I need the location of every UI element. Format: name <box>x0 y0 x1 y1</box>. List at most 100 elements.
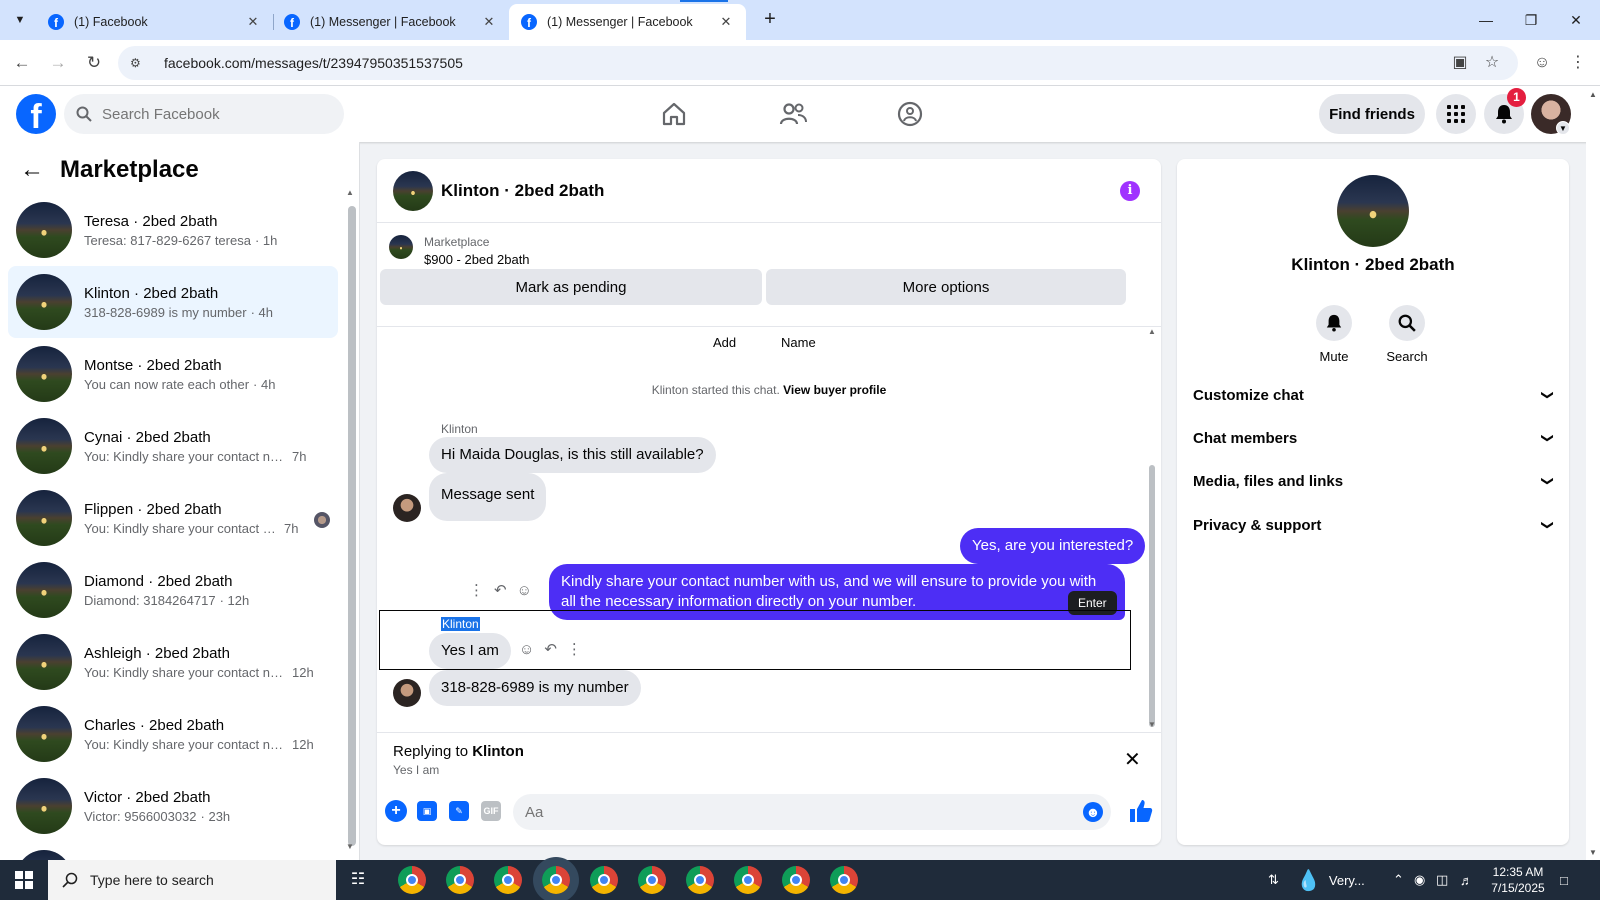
more-actions-icon[interactable]: ⋮ <box>469 581 484 599</box>
chrome-taskbar-icon[interactable] <box>398 866 426 894</box>
conversation-item-teresa[interactable]: Teresa · 2bed 2bath Teresa: 817-829-6267… <box>8 194 338 266</box>
tab-search-chevron-icon[interactable]: ▼ <box>8 8 32 32</box>
conversation-item-victor[interactable]: Victor · 2bed 2bath Victor: 9566003032 · … <box>8 770 338 842</box>
taskbar-search-box[interactable]: Type here to search <box>48 860 336 900</box>
view-buyer-profile-link[interactable]: View buyer profile <box>783 383 886 397</box>
message-incoming[interactable]: Yes I am <box>429 633 511 669</box>
profile-icon[interactable]: ☺ <box>1531 52 1553 74</box>
camera-icon[interactable]: ◉ <box>1414 860 1425 900</box>
windows-start-icon[interactable] <box>0 860 48 900</box>
customize-chat-section[interactable]: Customize chat ❯ <box>1193 375 1555 415</box>
gif-icon[interactable]: GIF <box>481 801 501 821</box>
conversation-info-icon[interactable]: i <box>1120 181 1140 201</box>
home-nav-icon[interactable] <box>658 98 690 130</box>
friends-nav-icon[interactable] <box>777 98 809 130</box>
reply-icon[interactable]: ↶ <box>494 581 507 599</box>
reply-icon[interactable]: ↶ <box>544 640 557 658</box>
chrome-taskbar-icon[interactable] <box>494 866 522 894</box>
privacy-support-section[interactable]: Privacy & support ❯ <box>1193 505 1555 545</box>
context-name[interactable]: Name <box>781 335 816 350</box>
chrome-taskbar-icon[interactable] <box>734 866 762 894</box>
forward-button[interactable]: → <box>46 51 70 75</box>
thread-scrollbar-thumb[interactable] <box>1149 465 1155 727</box>
reload-button[interactable]: ↻ <box>82 51 106 75</box>
cancel-reply-close-icon[interactable]: ✕ <box>1124 747 1141 772</box>
tray-overflow-icon[interactable]: ⇅ <box>1268 860 1279 900</box>
thread-scroll-down[interactable]: ▼ <box>1148 720 1156 729</box>
site-settings-icon[interactable]: ⚙ <box>130 56 148 70</box>
conversation-item-cynai[interactable]: Cynai · 2bed 2bath You: Kindly share you… <box>8 410 338 482</box>
react-emoji-icon[interactable]: ☺ <box>517 582 532 599</box>
sender-avatar[interactable] <box>393 679 421 707</box>
scrollbar-thumb[interactable] <box>348 206 356 846</box>
minimize-button[interactable]: — <box>1474 8 1498 32</box>
sidebar-scrollbar[interactable] <box>348 192 356 846</box>
tab-close-icon[interactable]: ✕ <box>481 14 497 30</box>
more-actions-plus-icon[interactable]: + <box>385 800 407 822</box>
conversation-item-klinton[interactable]: Klinton · 2bed 2bath 318-828-6989 is my … <box>8 266 338 338</box>
sender-avatar[interactable] <box>393 494 421 522</box>
tab-close-icon[interactable]: ✕ <box>245 14 261 30</box>
chrome-taskbar-icon[interactable] <box>830 866 858 894</box>
install-app-icon[interactable]: ▣ <box>1449 52 1471 74</box>
facebook-search[interactable] <box>64 94 344 134</box>
sticker-icon[interactable]: ✎ <box>449 801 469 821</box>
browser-tab-messenger-active[interactable]: f (1) Messenger | Facebook ✕ <box>509 4 746 40</box>
weather-widget[interactable]: 💧 Very... <box>1296 860 1365 900</box>
search-input[interactable] <box>102 105 312 123</box>
chrome-taskbar-icon-active[interactable] <box>542 866 570 894</box>
browser-menu-icon[interactable]: ⋮ <box>1567 52 1589 74</box>
task-view-icon[interactable]: ☷ <box>346 868 370 892</box>
message-outgoing[interactable]: Yes, are you interested? <box>960 528 1146 564</box>
find-friends-button[interactable]: Find friends <box>1319 94 1425 134</box>
chat-title[interactable]: Klinton · 2bed 2bath <box>441 181 604 201</box>
conversation-item-flippen[interactable]: Flippen · 2bed 2bath You: Kindly share y… <box>8 482 338 554</box>
message-incoming[interactable]: Hi Maida Douglas, is this still availabl… <box>429 437 716 473</box>
system-clock[interactable]: 12:35 AM 7/15/2025 <box>1478 864 1558 896</box>
page-scrollbar[interactable]: ▲ ▼ <box>1586 86 1600 860</box>
account-chevron-icon[interactable]: ▼ <box>1556 121 1570 135</box>
page-scroll-down[interactable]: ▼ <box>1589 848 1597 857</box>
emoji-picker-icon[interactable]: ☻ <box>1083 802 1103 822</box>
new-tab-button[interactable]: + <box>758 8 782 32</box>
notification-center-icon[interactable]: □ <box>1560 860 1568 900</box>
conversation-item-diamond[interactable]: Diamond · 2bed 2bath Diamond: 3184264717… <box>8 554 338 626</box>
message-incoming[interactable]: Message sent <box>429 473 547 521</box>
more-options-button[interactable]: More options <box>766 269 1126 305</box>
react-emoji-icon[interactable]: ☺ <box>519 641 534 658</box>
message-incoming[interactable]: 318-828-6989 is my number <box>429 670 641 706</box>
chrome-taskbar-icon[interactable] <box>590 866 618 894</box>
chrome-taskbar-icon[interactable] <box>638 866 666 894</box>
close-window-button[interactable]: ✕ <box>1564 8 1588 32</box>
network-icon[interactable]: ◫ <box>1436 860 1448 900</box>
conversation-item-charles[interactable]: Charles · 2bed 2bath You: Kindly share y… <box>8 698 338 770</box>
media-files-links-section[interactable]: Media, files and links ❯ <box>1193 461 1555 501</box>
chrome-taskbar-icon[interactable] <box>446 866 474 894</box>
chrome-taskbar-icon[interactable] <box>686 866 714 894</box>
groups-nav-icon[interactable] <box>894 98 926 130</box>
scroll-down-arrow[interactable]: ▼ <box>346 842 354 851</box>
page-scroll-up[interactable]: ▲ <box>1589 90 1597 99</box>
bookmark-star-icon[interactable]: ☆ <box>1481 52 1503 74</box>
bell-icon[interactable] <box>1316 305 1352 341</box>
browser-tab-facebook[interactable]: f (1) Facebook ✕ <box>36 4 273 40</box>
mark-as-pending-button[interactable]: Mark as pending <box>380 269 762 305</box>
back-arrow-icon[interactable]: ← <box>20 156 44 184</box>
thumbs-up-like-icon[interactable] <box>1128 798 1154 824</box>
back-button[interactable]: ← <box>10 51 34 75</box>
message-input[interactable] <box>513 794 1111 830</box>
conversation-item-montse[interactable]: Montse · 2bed 2bath You can now rate eac… <box>8 338 338 410</box>
browser-tab-messenger[interactable]: f (1) Messenger | Facebook ✕ <box>272 4 509 40</box>
menu-grid-icon[interactable] <box>1436 94 1476 134</box>
conversation-item-partial[interactable] <box>8 842 338 860</box>
chat-members-section[interactable]: Chat members ❯ <box>1193 418 1555 458</box>
attach-photo-icon[interactable]: ▣ <box>417 801 437 821</box>
tab-close-icon[interactable]: ✕ <box>718 14 734 30</box>
context-add[interactable]: Add <box>713 335 736 350</box>
restore-button[interactable]: ❐ <box>1519 8 1543 32</box>
facebook-logo[interactable]: f <box>16 94 56 134</box>
search-icon[interactable] <box>1389 305 1425 341</box>
chat-listing-thumbnail[interactable] <box>393 171 433 211</box>
thread-scroll-up[interactable]: ▲ <box>1148 327 1156 336</box>
conversation-item-ashleigh[interactable]: Ashleigh · 2bed 2bath You: Kindly share … <box>8 626 338 698</box>
